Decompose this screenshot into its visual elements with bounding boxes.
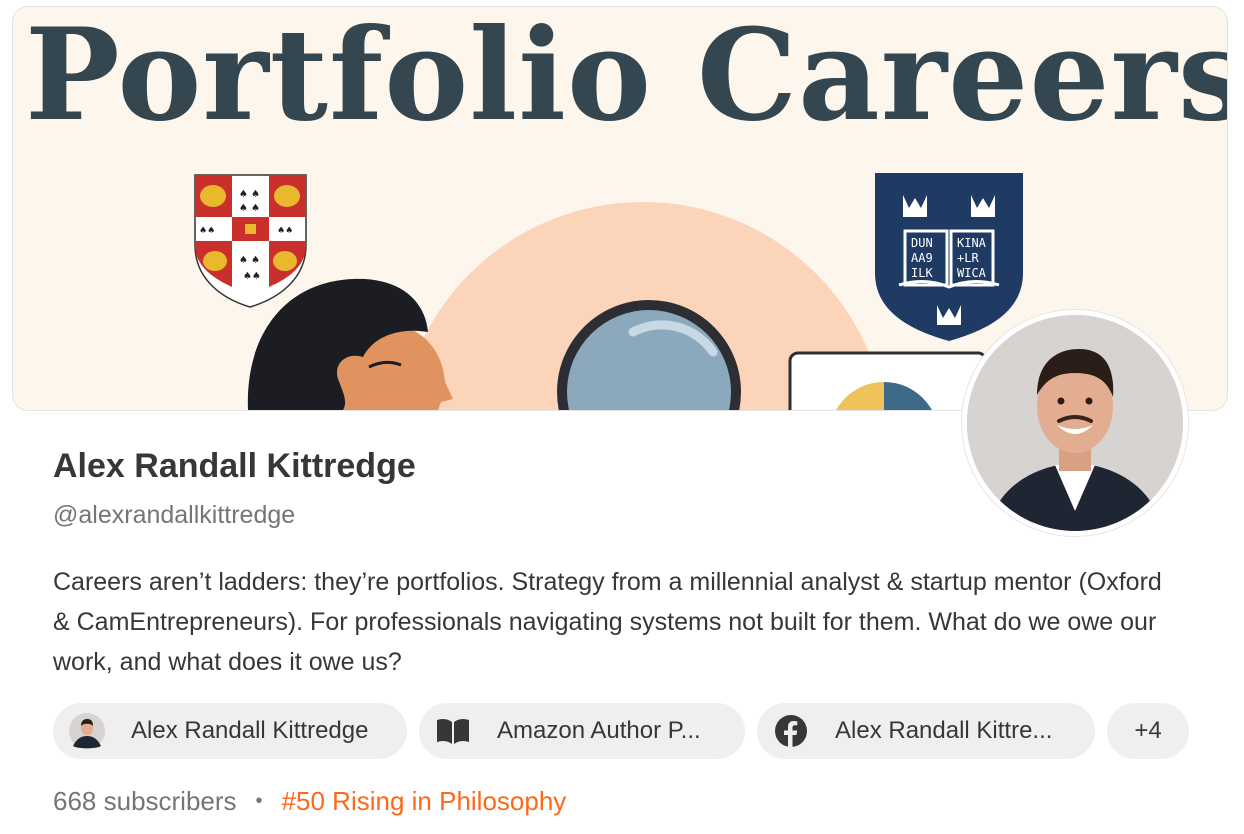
profile-stats: 668 subscribers • #50 Rising in Philosop… [53,786,566,817]
subscriber-count[interactable]: 668 subscribers [53,786,237,817]
banner-title: Portfolio Careers [25,6,1228,149]
svg-text:♠♠: ♠♠ [277,226,293,236]
svg-text:♠♠: ♠♠ [243,271,261,282]
svg-text:ILK: ILK [911,266,933,280]
profile-bio: Careers aren’t ladders: they’re portfoli… [53,568,1162,676]
avatar-thumbnail-icon [69,713,105,749]
leaderboard-rank[interactable]: #50 Rising in Philosophy [282,786,567,817]
link-chip-label: Alex Randall Kittre... [835,717,1053,744]
svg-text:DUN: DUN [911,236,933,250]
screen-illustration [788,351,988,410]
oxford-crest: DUN KINA AA9 +LR ILK WICA [875,173,1023,341]
svg-text:+LR: +LR [957,251,979,265]
person-illustration [247,278,453,410]
svg-text:AA9: AA9 [911,251,933,265]
link-chip-label: Alex Randall Kittredge [131,717,369,744]
cambridge-crest: ♠ ♠ ♠ ♠ ♠♠ ♠♠ ♠ ♠ ♠♠ [194,174,307,308]
profile-avatar[interactable] [962,310,1188,536]
facebook-icon [773,713,809,749]
svg-text:WICA: WICA [957,266,987,280]
profile-photo-icon [967,315,1183,531]
link-chip-label: Amazon Author P... [497,717,701,744]
svg-text:♠ ♠: ♠ ♠ [239,255,260,266]
profile-name: Alex Randall Kittredge [53,447,416,485]
svg-text:♠ ♠: ♠ ♠ [239,203,260,214]
svg-text:♠♠: ♠♠ [199,226,215,236]
profile-handle: @alexrandallkittredge [53,501,296,529]
book-icon [435,713,471,749]
more-links-button[interactable]: +4 [1107,703,1189,759]
svg-text:♠ ♠: ♠ ♠ [239,189,260,200]
link-chip-facebook[interactable]: Alex Randall Kittre... [757,703,1095,759]
more-links-count: +4 [1134,717,1162,744]
link-chip-amazon[interactable]: Amazon Author P... [419,703,745,759]
svg-text:KINA: KINA [957,236,987,250]
link-chip-profile[interactable]: Alex Randall Kittredge [53,703,407,759]
stats-separator: • [255,790,263,812]
